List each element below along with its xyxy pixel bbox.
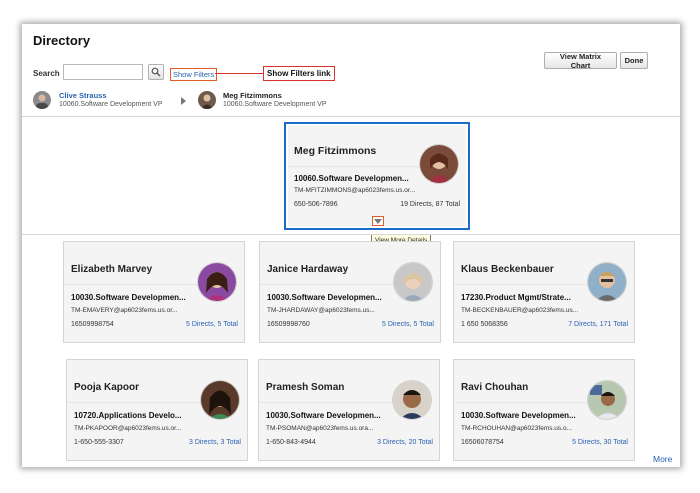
person-department: 10060.Software Developmen... — [294, 174, 409, 183]
avatar — [393, 381, 431, 419]
show-filters-callout: Show Filters link — [263, 66, 335, 81]
selected-person-card[interactable]: Meg Fitzimmons 10060.Software Developmen… — [284, 122, 470, 230]
person-department: 10030.Software Developmen... — [266, 411, 381, 420]
person-email: TM-PSOMAN@ap6023fems.us.ora... — [266, 425, 374, 432]
breadcrumb-org: 10060.Software Development VP — [223, 101, 327, 108]
person-department: 10720.Applications Develo... — [74, 411, 182, 420]
person-phone: 1-650-555-3307 — [74, 439, 124, 446]
person-name[interactable]: Pooja Kapoor — [74, 382, 139, 393]
avatar — [198, 91, 216, 109]
person-email: TM-MFITZIMMONS@ap6023fems.us.or... — [294, 187, 416, 194]
person-name[interactable]: Elizabeth Marvey — [71, 264, 152, 275]
view-more-details-button[interactable] — [372, 216, 384, 226]
chevron-right-icon — [181, 97, 186, 105]
person-name[interactable]: Janice Hardaway — [267, 264, 348, 275]
person-phone: 650-506-7896 — [294, 201, 338, 208]
avatar — [420, 145, 458, 183]
chevron-down-icon — [374, 218, 382, 224]
person-directs-link[interactable]: 5 Directs, 5 Total — [186, 321, 238, 328]
more-link[interactable]: More — [653, 454, 672, 464]
person-card[interactable]: Pramesh Soman 10030.Software Developmen.… — [258, 359, 440, 461]
person-department: 10030.Software Developmen... — [71, 293, 186, 302]
person-card[interactable]: Ravi Chouhan 10030.Software Developmen..… — [453, 359, 635, 461]
avatar — [201, 381, 239, 419]
avatar — [588, 381, 626, 419]
person-name[interactable]: Klaus Beckenbauer — [461, 264, 554, 275]
person-directs-link[interactable]: 5 Directs, 5 Total — [382, 321, 434, 328]
person-directs-link[interactable]: 3 Directs, 20 Total — [377, 439, 433, 446]
avatar[interactable] — [33, 91, 51, 109]
person-card[interactable]: Klaus Beckenbauer 17230.Product Mgmt/Str… — [453, 241, 635, 343]
view-matrix-chart-button[interactable]: View Matrix Chart — [544, 52, 617, 70]
person-phone: 16506078754 — [461, 439, 504, 446]
person-email: TM-RCHOUHAN@ap6023fems.us.o... — [461, 425, 572, 432]
person-department: 10030.Software Developmen... — [267, 293, 382, 302]
person-name[interactable]: Pramesh Soman — [266, 382, 344, 393]
breadcrumb-org: 10060.Software Development VP — [59, 101, 163, 108]
person-directs: 19 Directs, 87 Total — [400, 201, 460, 208]
person-card[interactable]: Elizabeth Marvey 10030.Software Developm… — [63, 241, 245, 343]
divider — [22, 116, 680, 117]
breadcrumb-name[interactable]: Clive Strauss — [59, 91, 107, 100]
search-icon — [151, 67, 161, 77]
breadcrumb-name: Meg Fitzimmons — [223, 91, 282, 100]
person-email: TM-JHARDAWAY@ap6023fems.us... — [267, 307, 375, 314]
person-phone: 1 650 5068356 — [461, 321, 508, 328]
search-input[interactable] — [63, 64, 143, 80]
avatar — [588, 263, 626, 301]
person-department: 17230.Product Mgmt/Strate... — [461, 293, 571, 302]
person-directs-link[interactable]: 7 Directs, 171 Total — [568, 321, 628, 328]
person-phone: 16509998760 — [267, 321, 310, 328]
person-department: 10030.Software Developmen... — [461, 411, 576, 420]
callout-connector — [215, 73, 263, 74]
search-button[interactable] — [148, 64, 164, 80]
page-title: Directory — [33, 33, 91, 48]
person-card[interactable]: Janice Hardaway 10030.Software Developme… — [259, 241, 441, 343]
avatar — [198, 263, 236, 301]
done-button[interactable]: Done — [620, 52, 648, 69]
directory-window: Directory Search Show Filters Show Filte… — [22, 24, 680, 467]
show-filters-link[interactable]: Show Filters — [170, 68, 218, 81]
divider — [22, 234, 680, 235]
person-name[interactable]: Ravi Chouhan — [461, 382, 528, 393]
person-card[interactable]: Pooja Kapoor 10720.Applications Develo..… — [66, 359, 248, 461]
person-phone: 16509998754 — [71, 321, 114, 328]
avatar — [394, 263, 432, 301]
person-email: TM-EMAVERY@ap6023fems.us.or... — [71, 307, 178, 314]
search-label: Search — [33, 69, 60, 78]
person-email: TM-BECKENBAUER@ap6023fems.us... — [461, 307, 579, 314]
person-email: TM-PKAPOOR@ap6023fems.us.or... — [74, 425, 182, 432]
person-directs-link[interactable]: 3 Directs, 3 Total — [189, 439, 241, 446]
person-phone: 1-650-843-4944 — [266, 439, 316, 446]
person-name[interactable]: Meg Fitzimmons — [294, 145, 376, 157]
person-directs-link[interactable]: 5 Directs, 30 Total — [572, 439, 628, 446]
